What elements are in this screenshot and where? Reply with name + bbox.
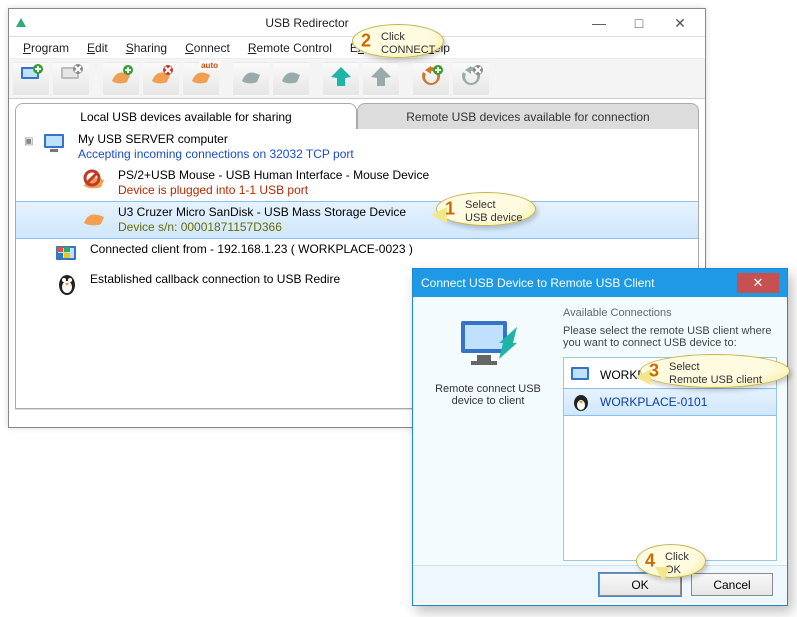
dialog-button-row: OK Cancel (413, 565, 787, 603)
dialog-left-panel: Remote connect USB device to client (423, 307, 553, 561)
tree-client-title: Connected client from - 192.168.1.23 ( W… (90, 242, 413, 257)
linux-client-icon (54, 272, 82, 296)
dialog-close-button[interactable]: ✕ (737, 273, 779, 293)
callout-number: 3 (649, 365, 659, 378)
available-connections-label: Available Connections (563, 307, 777, 319)
tb-share-button[interactable] (103, 62, 139, 96)
connection-list[interactable]: WORKPLACE-0023 WORKPLACE-0101 (563, 357, 777, 561)
dialog-title: Connect USB Device to Remote USB Client (421, 276, 737, 290)
connect-dialog: Connect USB Device to Remote USB Client … (412, 268, 788, 606)
dialog-hint: Please select the remote USB client wher… (563, 319, 777, 357)
dialog-left-caption: Remote connect USB device to client (423, 383, 553, 407)
menu-sharing[interactable]: Sharing (118, 39, 175, 57)
tb-auto-share-button[interactable]: auto (183, 62, 219, 96)
linux-client-icon (570, 392, 592, 412)
callout-number: 4 (645, 555, 655, 568)
callout-3: 3 Select Remote USB client (640, 354, 790, 388)
auto-tag: auto (199, 61, 220, 70)
callout-2: 2 Click CONNECT (352, 24, 444, 58)
tb-connect-button[interactable] (323, 62, 359, 96)
shared-device-icon (82, 205, 110, 229)
tb-disconnect-button[interactable] (363, 62, 399, 96)
tb-unshare-button[interactable] (143, 62, 179, 96)
tabs: Local USB devices available for sharing … (9, 103, 705, 129)
tree-root[interactable]: ▣ My USB SERVER computer Accepting incom… (16, 129, 698, 165)
menu-edit[interactable]: Edit (79, 39, 116, 57)
callout-line1: Click (665, 551, 689, 563)
tree-callback-title: Established callback connection to USB R… (90, 272, 340, 287)
tree-mouse-subtitle: Device is plugged into 1-1 USB port (118, 183, 429, 198)
callout-1: 1 Select USB device (436, 192, 536, 226)
tb-refresh-add-button[interactable] (413, 62, 449, 96)
minimize-button[interactable]: — (579, 13, 619, 33)
collapse-icon[interactable]: ▣ (24, 136, 34, 147)
menu-program[interactable]: Program (15, 39, 77, 57)
callout-4: 4 Click OK (636, 544, 706, 578)
menu-connect[interactable]: Connect (177, 39, 238, 57)
tree-mouse-title: PS/2+USB Mouse - USB Human Interface - M… (118, 168, 429, 183)
windows-client-icon (570, 365, 592, 385)
tb-back-grey-button[interactable] (233, 62, 269, 96)
tree-root-title: My USB SERVER computer (78, 132, 354, 147)
tb-remove-server-button[interactable] (53, 62, 89, 96)
callout-number: 1 (445, 203, 455, 216)
menu-remote-control[interactable]: Remote Control (240, 39, 340, 57)
callout-number: 2 (361, 35, 371, 48)
tree-selected-title: U3 Cruzer Micro SanDisk - USB Mass Stora… (118, 205, 406, 220)
tree-item-mouse[interactable]: PS/2+USB Mouse - USB Human Interface - M… (16, 165, 698, 201)
tree-root-subtitle: Accepting incoming connections on 32032 … (78, 147, 354, 162)
tab-local[interactable]: Local USB devices available for sharing (15, 103, 357, 129)
tree-selected-subtitle: Device s/n: 00001871157D366 (118, 220, 406, 235)
computer-icon (42, 132, 70, 156)
tab-remote[interactable]: Remote USB devices available for connect… (357, 103, 699, 129)
cancel-button[interactable]: Cancel (691, 573, 773, 596)
tb-refresh-remove-button[interactable] (453, 62, 489, 96)
tree-item-selected[interactable]: U3 Cruzer Micro SanDisk - USB Mass Stora… (16, 201, 698, 239)
app-icon (13, 15, 29, 31)
close-button[interactable]: ✕ (659, 13, 701, 33)
callout-line2: OK (665, 564, 681, 576)
dialog-titlebar: Connect USB Device to Remote USB Client … (413, 269, 787, 297)
callout-line2: USB device (465, 212, 522, 224)
callout-line1: Select (465, 199, 496, 211)
callout-line2: CONNECT (381, 44, 435, 56)
window-title: USB Redirector (35, 16, 579, 30)
callout-line2: Remote USB client (669, 374, 762, 386)
tb-back-grey-button-2[interactable] (273, 62, 309, 96)
maximize-button[interactable]: □ (619, 13, 659, 33)
callout-line1: Click (381, 31, 405, 43)
blocked-device-icon (82, 168, 110, 192)
remote-connect-icon (453, 315, 523, 375)
connection-item-selected[interactable]: WORKPLACE-0101 (564, 388, 776, 416)
tb-add-server-button[interactable] (13, 62, 49, 96)
windows-client-icon (54, 242, 82, 266)
toolbar: auto (9, 59, 705, 99)
callout-line1: Select (669, 361, 700, 373)
tree-item-client[interactable]: Connected client from - 192.168.1.23 ( W… (16, 239, 698, 269)
connection-label: WORKPLACE-0101 (600, 395, 707, 409)
